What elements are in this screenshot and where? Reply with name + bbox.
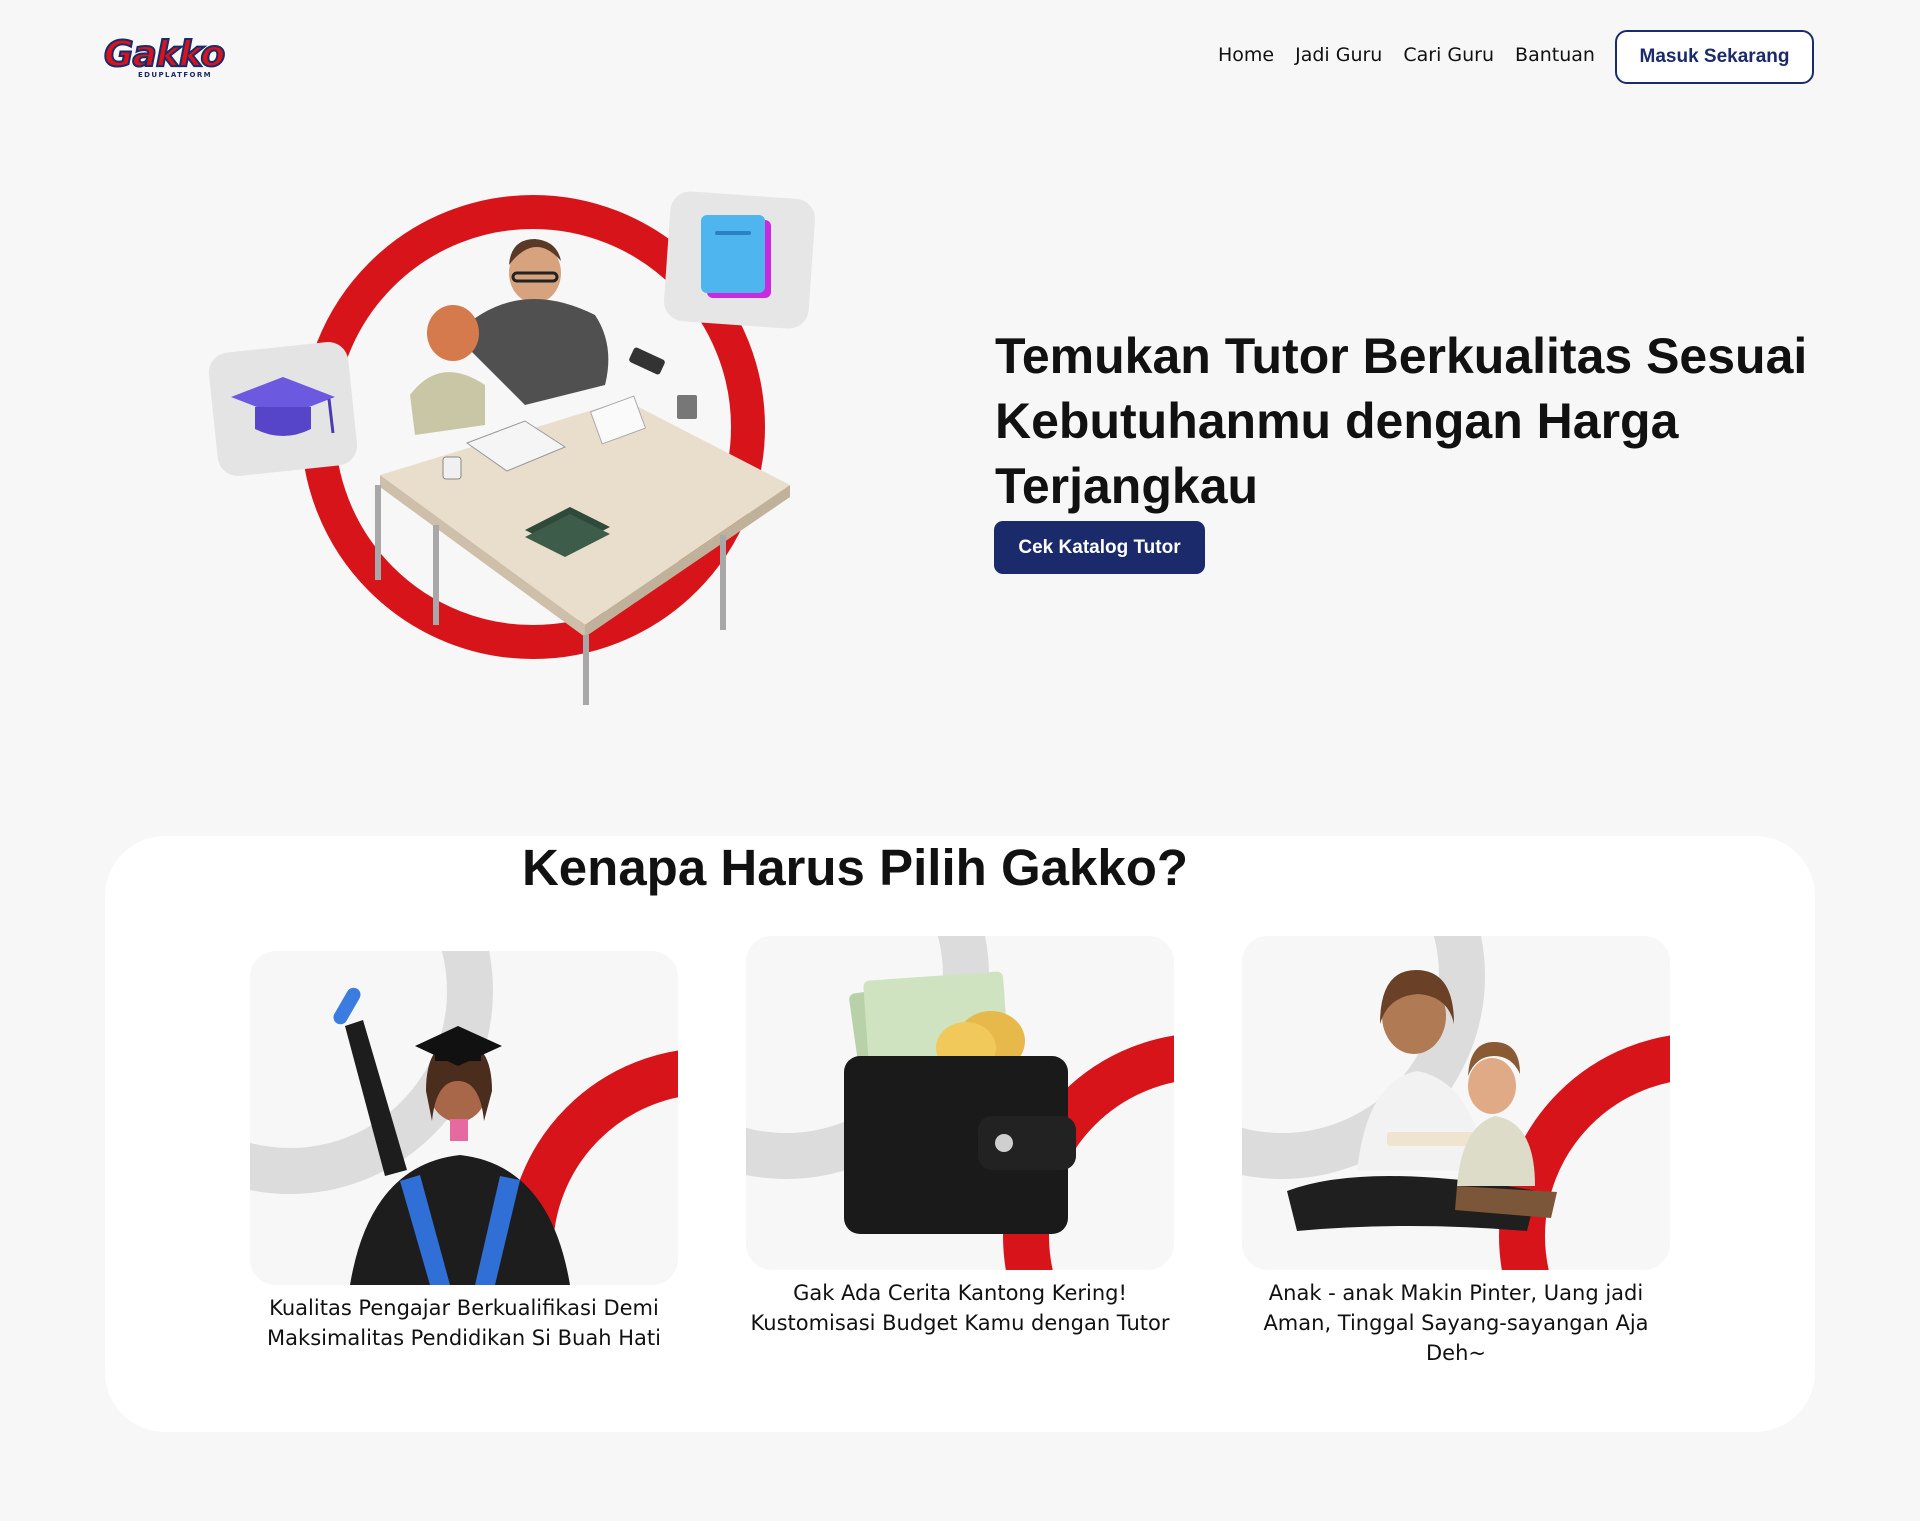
- nav-link-home[interactable]: Home: [1218, 44, 1274, 66]
- hero-illustration: [208, 191, 816, 705]
- nav-link-bantuan[interactable]: Bantuan: [1515, 44, 1595, 66]
- login-button[interactable]: Masuk Sekarang: [1615, 30, 1814, 84]
- nav-link-cari-guru[interactable]: Cari Guru: [1403, 44, 1494, 66]
- feature-card-text: Anak - anak Makin Pinter, Uang jadi Aman…: [1263, 1281, 1649, 1365]
- book-tile-icon: [663, 191, 816, 329]
- feature-card-text: Kualitas Pengajar Berkualifikasi Demi Ma…: [267, 1296, 661, 1350]
- why-gakko-title: Kenapa Harus Pilih Gakko?: [521, 839, 1189, 896]
- logo-tagline: EDUPLATFORM: [138, 71, 213, 79]
- wallet-illustration: [746, 936, 1174, 1270]
- logo-wordmark: Gakko: [103, 33, 226, 76]
- feature-card-image: [746, 936, 1174, 1270]
- graduation-cap-tile-icon: [208, 342, 358, 476]
- top-nav: Gakko EDUPLATFORM Home Jadi Guru Cari Gu…: [0, 0, 1920, 120]
- graduate-woman-illustration: [250, 951, 678, 1285]
- nav-link-jadi-guru[interactable]: Jadi Guru: [1295, 44, 1382, 66]
- hero-title: Temukan Tutor Berkualitas Sesuai Kebutuh…: [995, 328, 1808, 514]
- feature-card-text: Gak Ada Cerita Kantong Kering! Kustomisa…: [750, 1281, 1170, 1335]
- gakko-logo[interactable]: Gakko EDUPLATFORM: [103, 33, 244, 84]
- mother-and-child-reading-illustration: [1242, 936, 1670, 1270]
- feature-card-image: [250, 951, 678, 1285]
- feature-card-image: [1242, 936, 1670, 1270]
- why-gakko-section: Kualitas Pengajar Berkualifikasi Demi Ma…: [105, 836, 1815, 1432]
- cek-katalog-tutor-button[interactable]: Cek Katalog Tutor: [994, 521, 1205, 574]
- nav-links: Home Jadi Guru Cari Guru Bantuan: [1218, 44, 1595, 66]
- child-figure: [410, 305, 485, 435]
- tutor-figure: [455, 239, 609, 405]
